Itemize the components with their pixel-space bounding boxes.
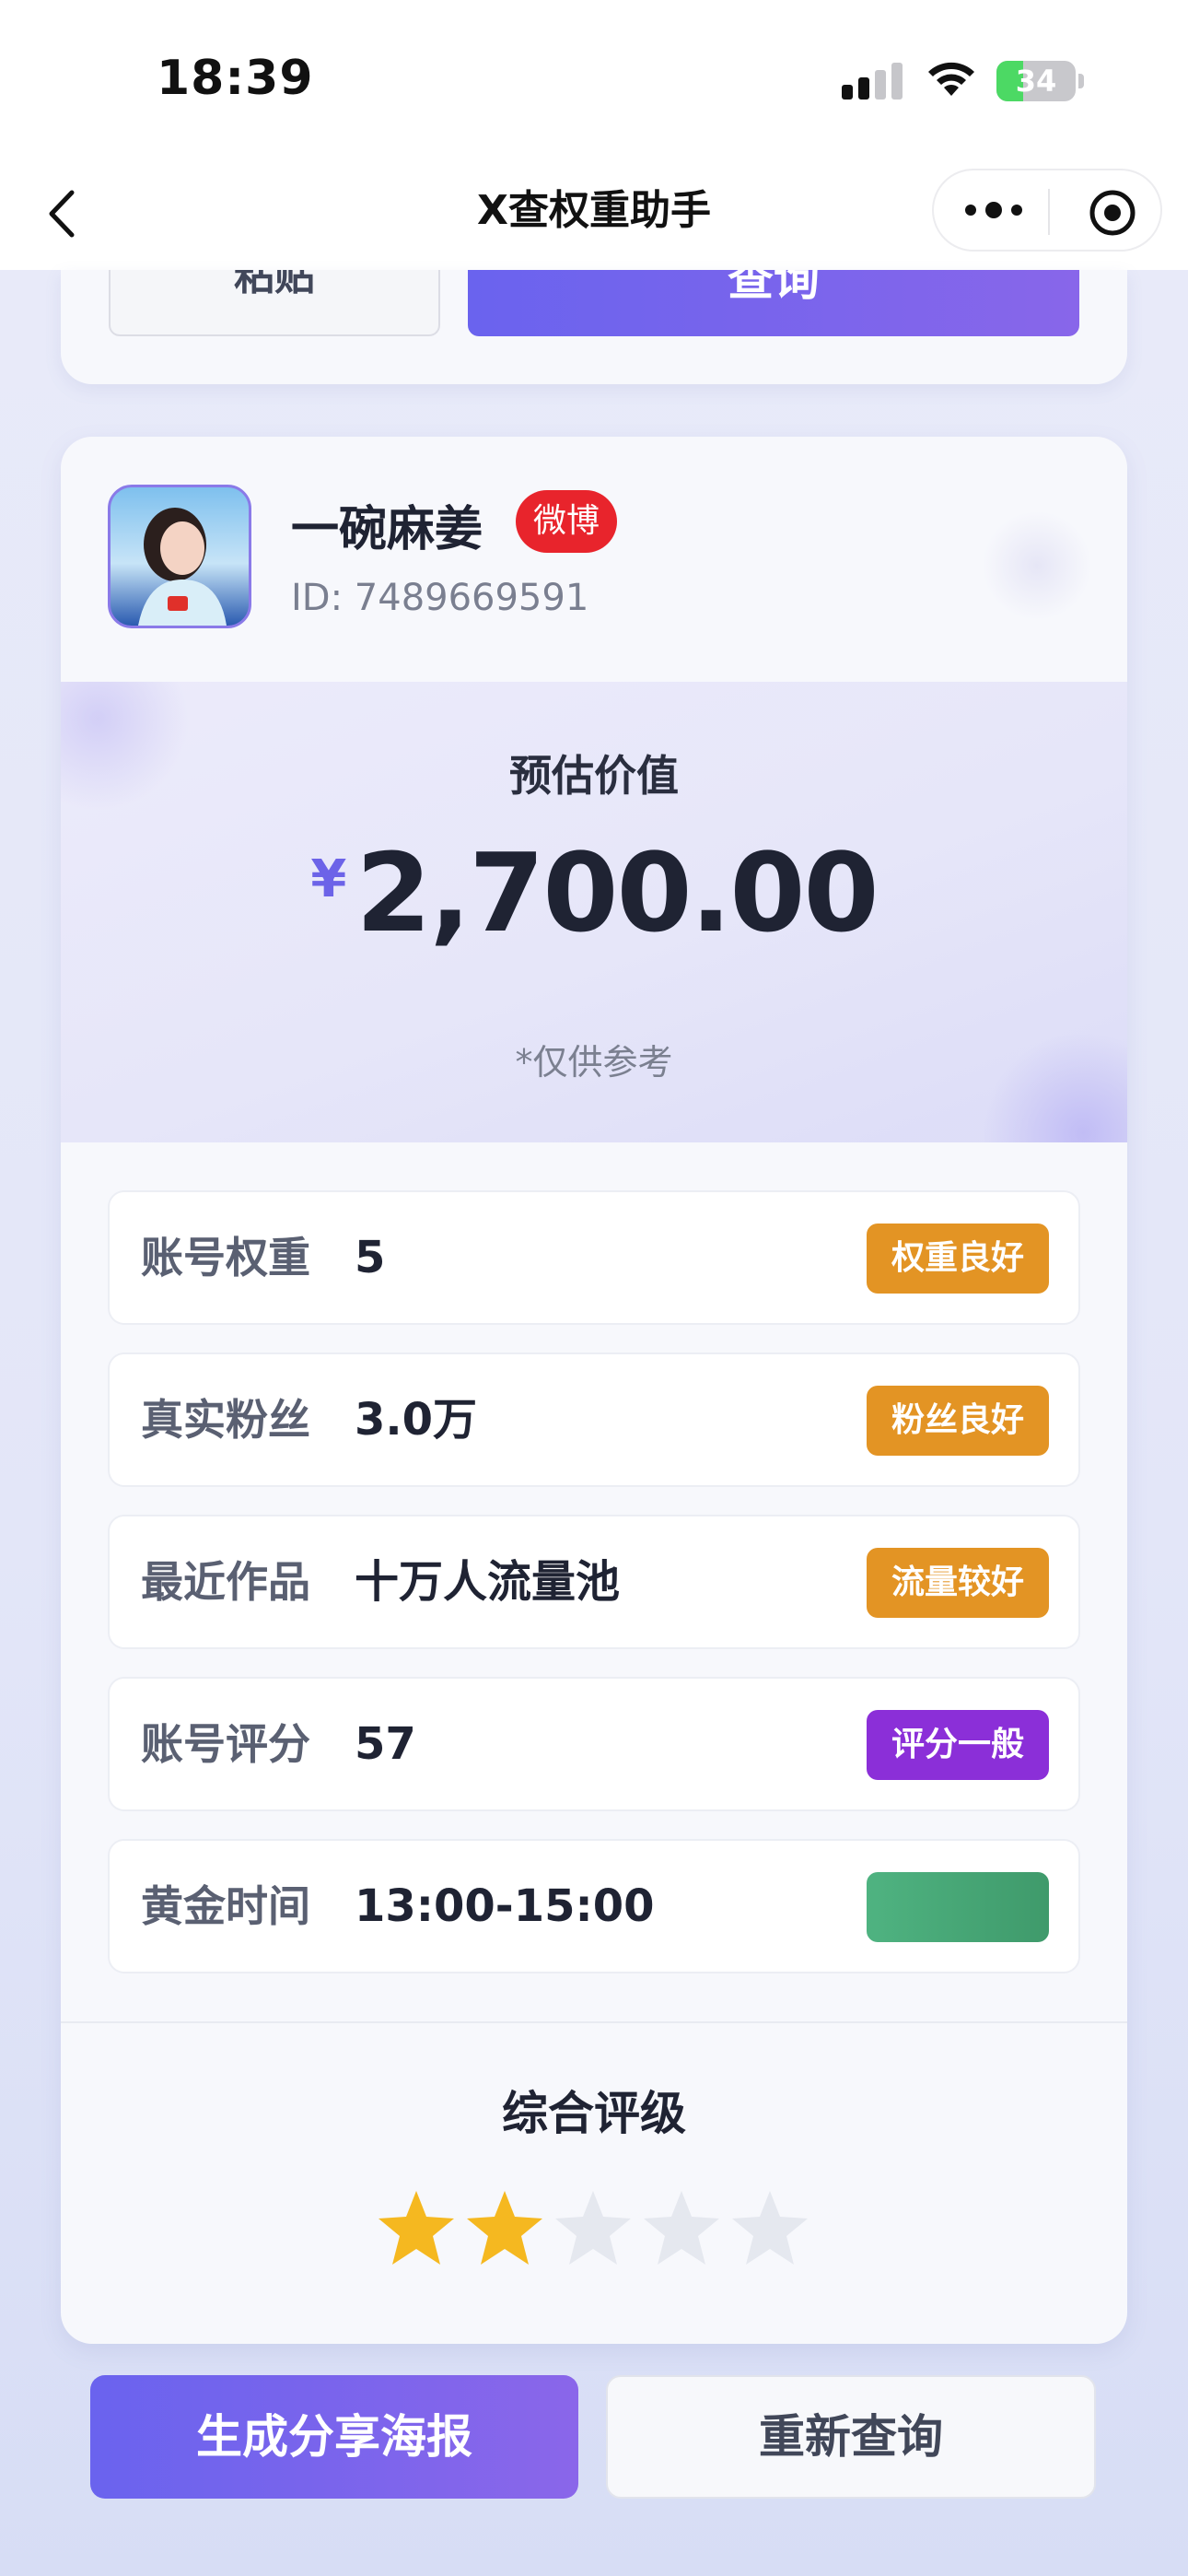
- metric-value: 3.0万: [355, 1394, 478, 1446]
- status-time: 18:39: [157, 51, 314, 106]
- metric-tag: 权重良好: [867, 1224, 1049, 1294]
- star-icon: [732, 2191, 808, 2265]
- metric-value: 57: [355, 1718, 416, 1770]
- metric-label: 最近作品: [141, 1557, 310, 1607]
- star-icon: [644, 2191, 719, 2265]
- cellular-signal-icon: [842, 63, 903, 100]
- more-icon[interactable]: [961, 189, 1026, 231]
- query-button[interactable]: 查询: [468, 270, 1079, 336]
- decorative-glow: [982, 510, 1092, 621]
- star-icon: [467, 2191, 542, 2265]
- username: 一碗麻姜: [291, 502, 483, 557]
- paste-button-label: 粘贴: [234, 270, 315, 299]
- battery-percent: 34: [1015, 64, 1057, 99]
- platform-badge: 微博: [516, 490, 617, 553]
- star-icon: [555, 2191, 631, 2265]
- metric-row-score: 账号评分 57 评分一般: [108, 1677, 1080, 1811]
- star-icon: [379, 2191, 454, 2265]
- avatar-photo: [138, 508, 227, 626]
- metric-label: 账号评分: [141, 1719, 310, 1769]
- metric-row-golden-time: 黄金时间 13:00-15:00: [108, 1839, 1080, 1973]
- metric-label: 账号权重: [141, 1233, 310, 1282]
- valuation-label: 预估价值: [509, 751, 679, 801]
- generate-poster-button[interactable]: 生成分享海报: [90, 2375, 578, 2499]
- query-button-label: 查询: [728, 270, 820, 306]
- valuation-number: 2,700.00: [355, 829, 879, 956]
- status-bar: 18:39 34: [0, 0, 1188, 161]
- metric-tag: 评分一般: [867, 1710, 1049, 1780]
- metric-value: 十万人流量池: [355, 1556, 621, 1608]
- close-miniapp-icon[interactable]: [1089, 189, 1136, 237]
- metric-value: 5: [355, 1232, 386, 1283]
- nav-bar: X查权重助手: [0, 161, 1188, 270]
- metric-value: 13:00-15:00: [355, 1880, 655, 1932]
- rating-stars: [376, 2187, 818, 2276]
- metric-row-followers: 真实粉丝 3.0万 粉丝良好: [108, 1352, 1080, 1487]
- valuation-section: 预估价值 ¥2,700.00 *仅供参考: [61, 682, 1127, 1142]
- battery-indicator: 34: [996, 61, 1085, 101]
- divider: [61, 2021, 1127, 2023]
- valuation-amount: ¥2,700.00: [61, 829, 1127, 956]
- metric-tag: 粉丝良好: [867, 1386, 1049, 1456]
- metric-tag: [867, 1872, 1049, 1942]
- paste-button[interactable]: 粘贴: [109, 270, 440, 336]
- rating-title: 综合评级: [502, 2087, 686, 2140]
- valuation-note: *仅供参考: [515, 1042, 673, 1083]
- metric-label: 黄金时间: [141, 1881, 310, 1931]
- requery-button[interactable]: 重新查询: [606, 2375, 1096, 2499]
- currency-symbol: ¥: [310, 849, 347, 909]
- wifi-icon: [928, 62, 974, 96]
- avatar: [108, 485, 251, 628]
- metric-tag: 流量较好: [867, 1548, 1049, 1618]
- user-id: ID: 7489669591: [291, 577, 589, 619]
- miniapp-capsule: [932, 169, 1162, 252]
- metric-label: 真实粉丝: [141, 1395, 310, 1445]
- result-card: 一碗麻姜 微博 ID: 7489669591 预估价值 ¥2,700.00 *仅…: [61, 437, 1127, 2344]
- metric-row-weight: 账号权重 5 权重良好: [108, 1190, 1080, 1325]
- metric-row-recent-works: 最近作品 十万人流量池 流量较好: [108, 1515, 1080, 1649]
